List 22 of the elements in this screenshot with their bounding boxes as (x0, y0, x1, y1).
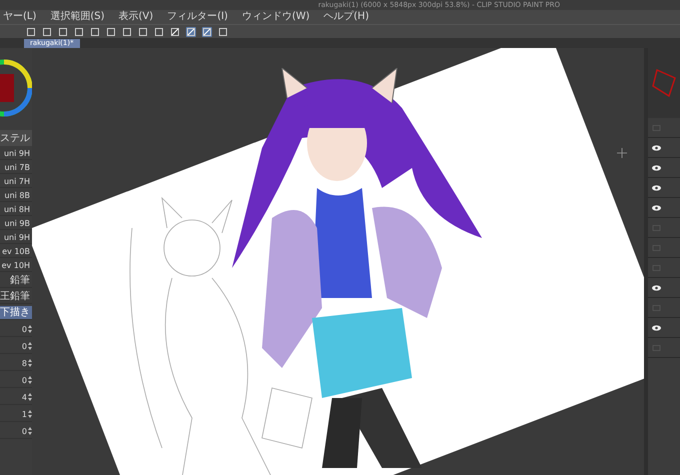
menu-item[interactable]: 表示(V) (118, 11, 154, 23)
property-value: 1 (22, 410, 27, 418)
menu-item[interactable]: ウィンドウ(W) (240, 11, 311, 23)
eye-icon[interactable] (652, 164, 661, 170)
property-value: 8 (22, 358, 27, 368)
property-value: 0 (22, 342, 27, 350)
eye-icon[interactable] (652, 204, 661, 210)
property-value: 0 (22, 324, 27, 334)
crosshair-cursor-icon (617, 148, 627, 158)
eye-icon[interactable] (652, 284, 661, 290)
menu-item[interactable]: ヘルプ(H) (322, 11, 370, 23)
eye-icon[interactable] (652, 324, 661, 330)
brush-group-header: ステル (0, 130, 32, 146)
menu-item[interactable]: ヤー(L) (2, 11, 38, 23)
property-value: 4 (22, 392, 27, 402)
eye-icon[interactable] (652, 184, 661, 190)
eye-icon[interactable] (652, 144, 661, 150)
brush-item[interactable]: 下描き (0, 306, 32, 320)
property-value: 0 (22, 376, 27, 384)
menu-item[interactable]: 選択範囲(S) (49, 11, 106, 23)
property-value: 0 (22, 426, 27, 436)
menu-item[interactable]: フィルター(I) (166, 11, 229, 23)
